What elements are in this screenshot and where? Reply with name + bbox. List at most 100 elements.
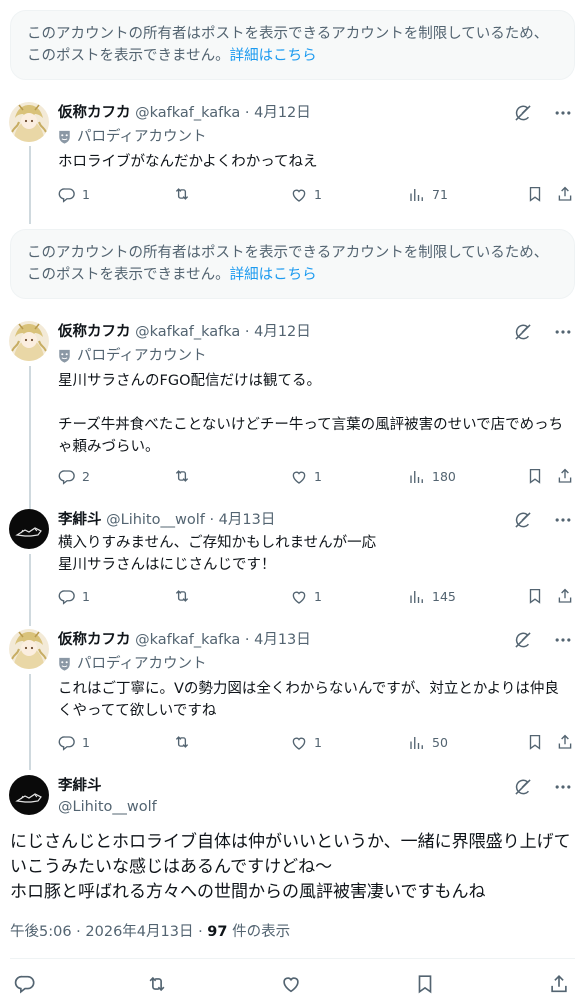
reply-button[interactable]: 1 xyxy=(58,185,90,205)
like-icon xyxy=(280,973,302,995)
share-icon xyxy=(556,733,574,751)
reply-icon xyxy=(58,186,76,204)
like-button[interactable]: 1 xyxy=(290,185,322,205)
reply-button[interactable]: 1 xyxy=(58,587,90,607)
reply-icon xyxy=(14,973,36,995)
bookmark-icon xyxy=(526,733,544,751)
like-button[interactable]: 1 xyxy=(290,733,322,753)
reply-icon xyxy=(58,734,76,752)
avatar[interactable] xyxy=(9,629,49,669)
bookmark-button[interactable] xyxy=(414,973,436,995)
timestamp[interactable]: 午後5:06 · 2026年4月13日 · xyxy=(10,924,207,940)
reply-count: 1 xyxy=(82,187,90,202)
display-name[interactable]: 仮称カフカ xyxy=(58,632,131,648)
retweet-button[interactable] xyxy=(173,733,197,751)
share-button[interactable] xyxy=(556,587,574,605)
handle-and-date[interactable]: @Lihito__wolf · 4月13日 xyxy=(106,512,275,528)
share-button[interactable] xyxy=(548,973,570,995)
grok-icon[interactable] xyxy=(513,630,533,650)
retweet-icon xyxy=(173,587,191,605)
tweet-header: 仮称カフカ @kafkaf_kafka · 4月12日 xyxy=(58,322,311,342)
like-button[interactable]: 1 xyxy=(290,467,322,487)
parody-mask-icon xyxy=(58,657,71,671)
learn-more-link[interactable]: 詳細はこちら xyxy=(230,48,317,64)
tweet-corner-icons xyxy=(513,103,573,123)
handle[interactable]: @Lihito__wolf xyxy=(58,797,157,817)
handle-and-date[interactable]: @kafkaf_kafka · 4月12日 xyxy=(135,324,311,340)
more-icon[interactable] xyxy=(553,510,573,530)
retweet-icon xyxy=(173,467,191,485)
like-icon xyxy=(290,588,308,606)
like-count: 1 xyxy=(314,187,322,202)
reply-count: 1 xyxy=(82,735,90,750)
bookmark-button[interactable] xyxy=(526,185,544,203)
tweet-corner-icons xyxy=(513,322,573,342)
tweet-actions: 2 1 180 xyxy=(58,467,578,489)
share-button[interactable] xyxy=(556,185,574,203)
share-icon xyxy=(548,973,570,995)
more-icon[interactable] xyxy=(553,777,573,797)
tweet-actions: 1 1 71 xyxy=(58,185,578,207)
tweet-header: 仮称カフカ @kafkaf_kafka · 4月12日 xyxy=(58,103,311,123)
views-count: 71 xyxy=(432,187,448,202)
share-button[interactable] xyxy=(556,733,574,751)
share-icon xyxy=(556,467,574,485)
bookmark-icon xyxy=(526,467,544,485)
bookmark-icon xyxy=(526,587,544,605)
like-button[interactable] xyxy=(280,973,302,995)
avatar[interactable] xyxy=(9,102,49,142)
parody-text: パロディアカウント xyxy=(77,348,207,364)
display-name[interactable]: 李緋斗 xyxy=(58,776,102,796)
views-number: 97 xyxy=(207,924,228,940)
more-icon[interactable] xyxy=(553,322,573,342)
avatar[interactable] xyxy=(9,509,49,549)
restricted-post-notice: このアカウントの所有者はポストを表示できるアカウントを制限しているため、このポス… xyxy=(10,229,575,299)
more-icon[interactable] xyxy=(553,630,573,650)
bookmark-button[interactable] xyxy=(526,733,544,751)
learn-more-link[interactable]: 詳細はこちら xyxy=(230,267,317,283)
views-icon xyxy=(408,468,426,486)
retweet-button[interactable] xyxy=(146,973,168,995)
share-button[interactable] xyxy=(556,467,574,485)
views-icon xyxy=(408,588,426,606)
retweet-button[interactable] xyxy=(173,587,197,605)
divider xyxy=(10,958,575,959)
tweet-text: 星川サラさんのFGO配信だけは観てる。 チーズ牛丼食べたことないけどチー牛って言… xyxy=(58,373,564,455)
bookmark-button[interactable] xyxy=(526,587,544,605)
tweet-actions: 1 1 50 xyxy=(58,733,578,755)
display-name[interactable]: 仮称カフカ xyxy=(58,324,131,340)
reply-count: 2 xyxy=(82,469,90,484)
grok-icon[interactable] xyxy=(513,510,533,530)
reply-button[interactable] xyxy=(14,973,36,995)
tweet-text: これはご丁寧に。Vの勢力図は全くわからないんですが、対立とかよりは仲良くやってて… xyxy=(58,681,559,719)
thread-line xyxy=(29,554,31,626)
parody-text: パロディアカウント xyxy=(77,656,207,672)
views-button[interactable]: 50 xyxy=(408,733,448,753)
retweet-button[interactable] xyxy=(173,467,197,485)
retweet-button[interactable] xyxy=(173,185,197,203)
grok-icon[interactable] xyxy=(513,103,533,123)
like-count: 1 xyxy=(314,589,322,604)
display-name[interactable]: 李緋斗 xyxy=(58,512,102,528)
views-button[interactable]: 71 xyxy=(408,185,448,205)
views-button[interactable]: 145 xyxy=(408,587,456,607)
display-name[interactable]: 仮称カフカ xyxy=(58,105,131,121)
like-count: 1 xyxy=(314,469,322,484)
like-button[interactable]: 1 xyxy=(290,587,322,607)
tweet-header: 仮称カフカ @kafkaf_kafka · 4月13日 xyxy=(58,630,311,650)
views-icon xyxy=(408,734,426,752)
thread-line xyxy=(29,674,31,770)
handle-and-date[interactable]: @kafkaf_kafka · 4月12日 xyxy=(135,105,311,121)
views-button[interactable]: 180 xyxy=(408,467,456,487)
views-count: 50 xyxy=(432,735,448,750)
grok-icon[interactable] xyxy=(513,777,533,797)
bookmark-icon xyxy=(414,973,436,995)
more-icon[interactable] xyxy=(553,103,573,123)
bookmark-button[interactable] xyxy=(526,467,544,485)
reply-button[interactable]: 2 xyxy=(58,467,90,487)
grok-icon[interactable] xyxy=(513,322,533,342)
reply-button[interactable]: 1 xyxy=(58,733,90,753)
handle-and-date[interactable]: @kafkaf_kafka · 4月13日 xyxy=(135,632,311,648)
avatar[interactable] xyxy=(9,775,49,815)
avatar[interactable] xyxy=(9,321,49,361)
